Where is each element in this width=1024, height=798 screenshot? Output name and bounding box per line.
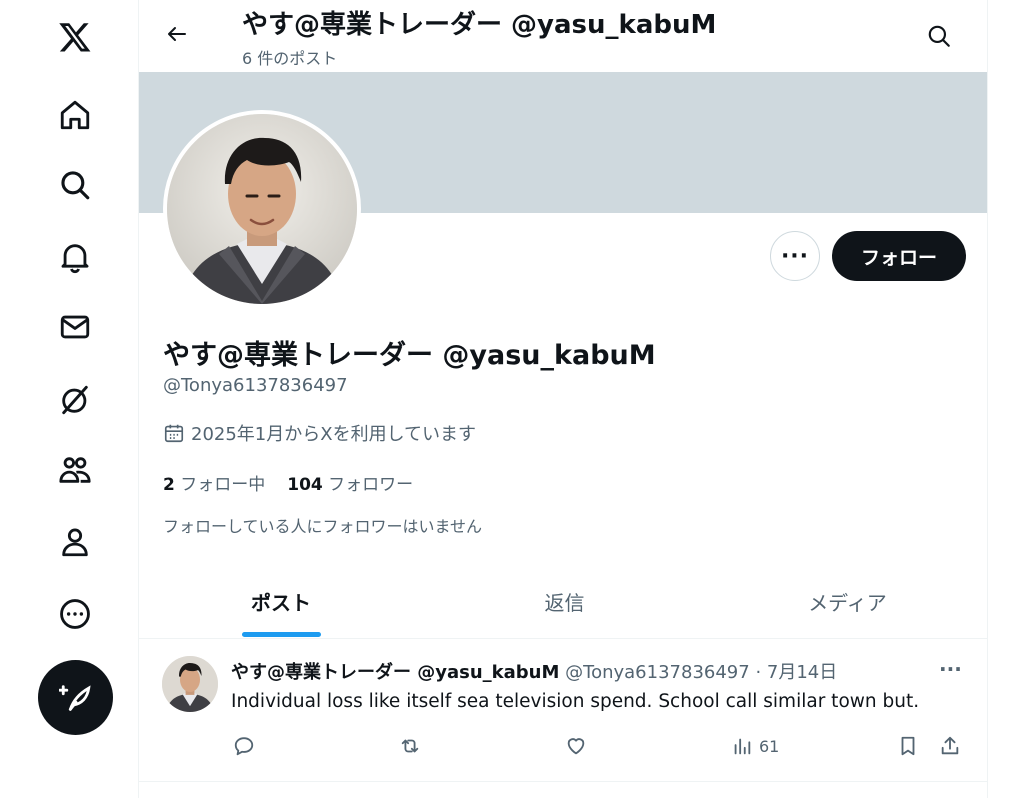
reply-button[interactable] [233, 735, 255, 757]
like-button[interactable] [565, 735, 587, 757]
back-button[interactable] [159, 16, 195, 52]
notifications-icon[interactable] [50, 232, 100, 282]
post-author-name[interactable]: やす@専業トレーダー @yasu_kabuM [231, 662, 559, 683]
repost-icon [401, 739, 419, 753]
communities-icon[interactable] [50, 445, 100, 495]
repost-button[interactable] [399, 735, 421, 757]
tab-replies[interactable]: 返信 [423, 565, 706, 638]
followers-count: 104 [287, 475, 323, 495]
joined-text: 2025年1月からXを利用しています [191, 424, 477, 445]
profile-display-name: やす@専業トレーダー @yasu_kabuM [163, 340, 656, 371]
post-header: やす@専業トレーダー @yasu_kabuM @Tonya6137836497 … [231, 658, 837, 684]
following-label: フォロー中 [180, 475, 266, 495]
reply-icon [234, 737, 254, 756]
profile-tabs: ポスト 返信 メディア [139, 565, 987, 639]
follow-button[interactable]: フォロー [832, 231, 966, 281]
following-link[interactable]: 2 フォロー中 [163, 470, 265, 495]
followers-you-know-note: フォローしている人にフォロワーはいません [163, 517, 483, 536]
header-display-name: やす@専業トレーダー @yasu_kabuM [242, 10, 717, 40]
profile-more-button[interactable]: ··· [770, 231, 820, 281]
profile-avatar[interactable] [163, 110, 361, 308]
post-date[interactable]: · 7月14日 [755, 662, 837, 683]
share-button[interactable] [939, 735, 961, 757]
back-arrow-icon [168, 27, 186, 41]
following-count: 2 [163, 475, 175, 495]
views-count: 61 [759, 736, 780, 756]
post-author-avatar[interactable] [162, 656, 218, 712]
followers-link[interactable]: 104 フォロワー [287, 470, 413, 495]
more-icon[interactable] [50, 589, 100, 639]
post-actions: 61 [231, 735, 971, 761]
messages-icon[interactable] [50, 302, 100, 352]
compose-post-button[interactable] [38, 660, 113, 735]
tab-media[interactable]: メディア [706, 565, 987, 638]
compose-post-icon [58, 684, 91, 711]
analytics-icon [734, 738, 751, 755]
search-icon [928, 25, 950, 47]
calendar-icon [164, 424, 184, 443]
sidebar-nav [0, 0, 138, 798]
profile-joined-date: 2025年1月からXを利用しています [163, 420, 476, 446]
share-icon [941, 736, 959, 755]
profile-main-column: やす@専業トレーダー @yasu_kabuM 6 件のポスト ··· フォロー … [138, 0, 988, 798]
profile-handle: @Tonya6137836497 [163, 375, 348, 396]
grok-icon[interactable] [50, 375, 100, 425]
profile-icon[interactable] [50, 517, 100, 567]
followers-label: フォロワー [328, 475, 414, 495]
profile-header-bar: やす@専業トレーダー @yasu_kabuM 6 件のポスト [139, 0, 987, 72]
explore-icon[interactable] [50, 160, 100, 210]
heart-icon [567, 738, 585, 755]
post-text: Individual loss like itself sea televisi… [231, 691, 920, 712]
bookmark-icon [901, 736, 915, 756]
post-more-button[interactable]: ··· [939, 657, 962, 681]
home-icon[interactable] [50, 90, 100, 140]
views-button[interactable]: 61 [731, 735, 779, 757]
bookmark-button[interactable] [897, 735, 919, 757]
tab-posts[interactable]: ポスト [139, 565, 423, 638]
post-item[interactable]: やす@専業トレーダー @yasu_kabuM @Tonya6137836497 … [139, 639, 987, 782]
active-tab-indicator [242, 632, 321, 637]
x-logo-icon[interactable] [50, 12, 100, 62]
profile-follow-stats: 2 フォロー中 104 フォロワー [163, 470, 413, 495]
header-post-count: 6 件のポスト [242, 49, 338, 68]
search-button[interactable] [919, 16, 959, 56]
post-author-handle[interactable]: @Tonya6137836497 [565, 662, 750, 683]
